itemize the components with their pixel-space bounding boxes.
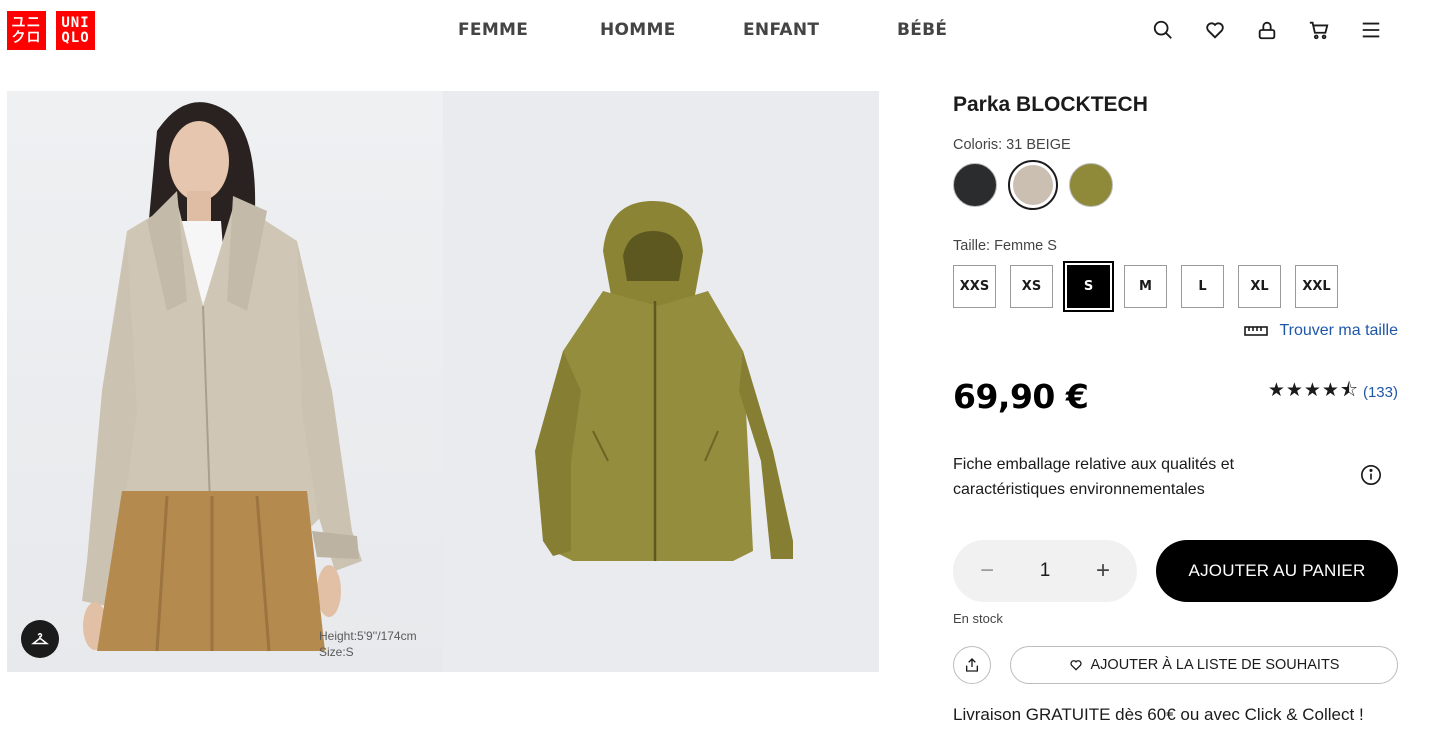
size-button-xxs[interactable]: XXS <box>953 265 996 308</box>
product-photo[interactable] <box>443 91 879 672</box>
product-title: Parka BLOCKTECH <box>953 93 1148 116</box>
search-icon[interactable] <box>1152 18 1174 42</box>
add-to-wishlist-button[interactable]: AJOUTER À LA LISTE DE SOUHAITS <box>1010 646 1398 684</box>
wishlist-label: AJOUTER À LA LISTE DE SOUHAITS <box>1090 657 1340 673</box>
rating-stars: ★★★★⯪ <box>1267 380 1359 401</box>
uniqlo-logo[interactable]: ユニ クロ UNI QLO <box>7 11 95 50</box>
color-swatches <box>953 160 1113 210</box>
cart-icon[interactable] <box>1308 18 1330 42</box>
quantity-stepper: − 1 + <box>953 540 1137 602</box>
size-button-xl[interactable]: XL <box>1238 265 1281 308</box>
size-button-xs[interactable]: XS <box>1010 265 1053 308</box>
logo-katakana-line-2: クロ <box>11 29 42 46</box>
model-photo[interactable]: Height:5'9''/174cm Size:S <box>7 91 443 672</box>
logo-latin-line-2: QLO <box>61 29 90 46</box>
jacket-illustration <box>535 201 793 561</box>
logo-katakana-block: ユニ クロ <box>7 11 46 50</box>
find-size-label: Trouver ma taille <box>1279 322 1398 339</box>
color-swatch-olive[interactable] <box>1069 163 1113 207</box>
size-selector: XXS XS S M L XL XXL <box>953 261 1338 312</box>
size-button-xxl[interactable]: XXL <box>1295 265 1338 308</box>
model-size: Size:S <box>319 645 354 659</box>
heart-icon[interactable] <box>1204 18 1226 42</box>
color-swatch-beige[interactable] <box>1008 160 1058 210</box>
wishlist-heart-icon <box>1069 660 1082 671</box>
hanger-button[interactable] <box>21 620 59 658</box>
quantity-increase-button[interactable]: + <box>1091 557 1115 585</box>
color-label: Coloris: 31 BEIGE <box>953 137 1071 153</box>
nav-femme[interactable]: FEMME <box>458 20 528 40</box>
product-gallery: Height:5'9''/174cm Size:S <box>7 91 879 672</box>
quantity-decrease-button[interactable]: − <box>975 557 999 585</box>
size-button-m[interactable]: M <box>1124 265 1167 308</box>
size-button-s[interactable]: S <box>1063 261 1114 312</box>
size-button-l[interactable]: L <box>1181 265 1224 308</box>
info-icon[interactable] <box>1360 464 1382 486</box>
review-count[interactable]: (133) <box>1363 384 1398 401</box>
size-label: Taille: Femme S <box>953 238 1057 254</box>
color-swatch-black[interactable] <box>953 163 997 207</box>
header-actions <box>1152 18 1382 42</box>
hanger-icon <box>31 633 49 645</box>
logo-latin-block: UNI QLO <box>56 11 95 50</box>
nav-enfant[interactable]: ENFANT <box>743 20 819 40</box>
logo-latin-line-1: UNI <box>61 14 90 31</box>
shipping-info: Livraison GRATUITE dès 60€ ou avec Click… <box>953 705 1364 724</box>
product-price: 69,90 € <box>953 377 1089 416</box>
find-size-link[interactable]: Trouver ma taille <box>1244 322 1398 340</box>
share-button[interactable] <box>953 646 991 684</box>
account-icon[interactable] <box>1256 18 1278 42</box>
site-header: ユニ クロ UNI QLO FEMME HOMME ENFANT BÉBÉ <box>0 0 1456 62</box>
nav-bebe[interactable]: BÉBÉ <box>897 20 947 40</box>
quantity-value[interactable]: 1 <box>1040 560 1051 582</box>
nav-homme[interactable]: HOMME <box>600 20 676 40</box>
model-illustration <box>82 102 362 652</box>
stock-status: En stock <box>953 611 1003 626</box>
share-icon <box>966 658 978 672</box>
product-rating[interactable]: ★★★★⯪ (133) <box>1268 376 1398 408</box>
menu-icon[interactable] <box>1360 18 1382 42</box>
add-to-cart-button[interactable]: AJOUTER AU PANIER <box>1156 540 1398 602</box>
environmental-info-text: Fiche emballage relative aux qualités et… <box>953 456 1235 498</box>
ruler-icon <box>1244 326 1269 336</box>
model-height: Height:5'9''/174cm <box>319 629 417 643</box>
logo-katakana-line-1: ユニ <box>11 14 42 31</box>
model-caption: Height:5'9''/174cm Size:S <box>319 628 417 660</box>
